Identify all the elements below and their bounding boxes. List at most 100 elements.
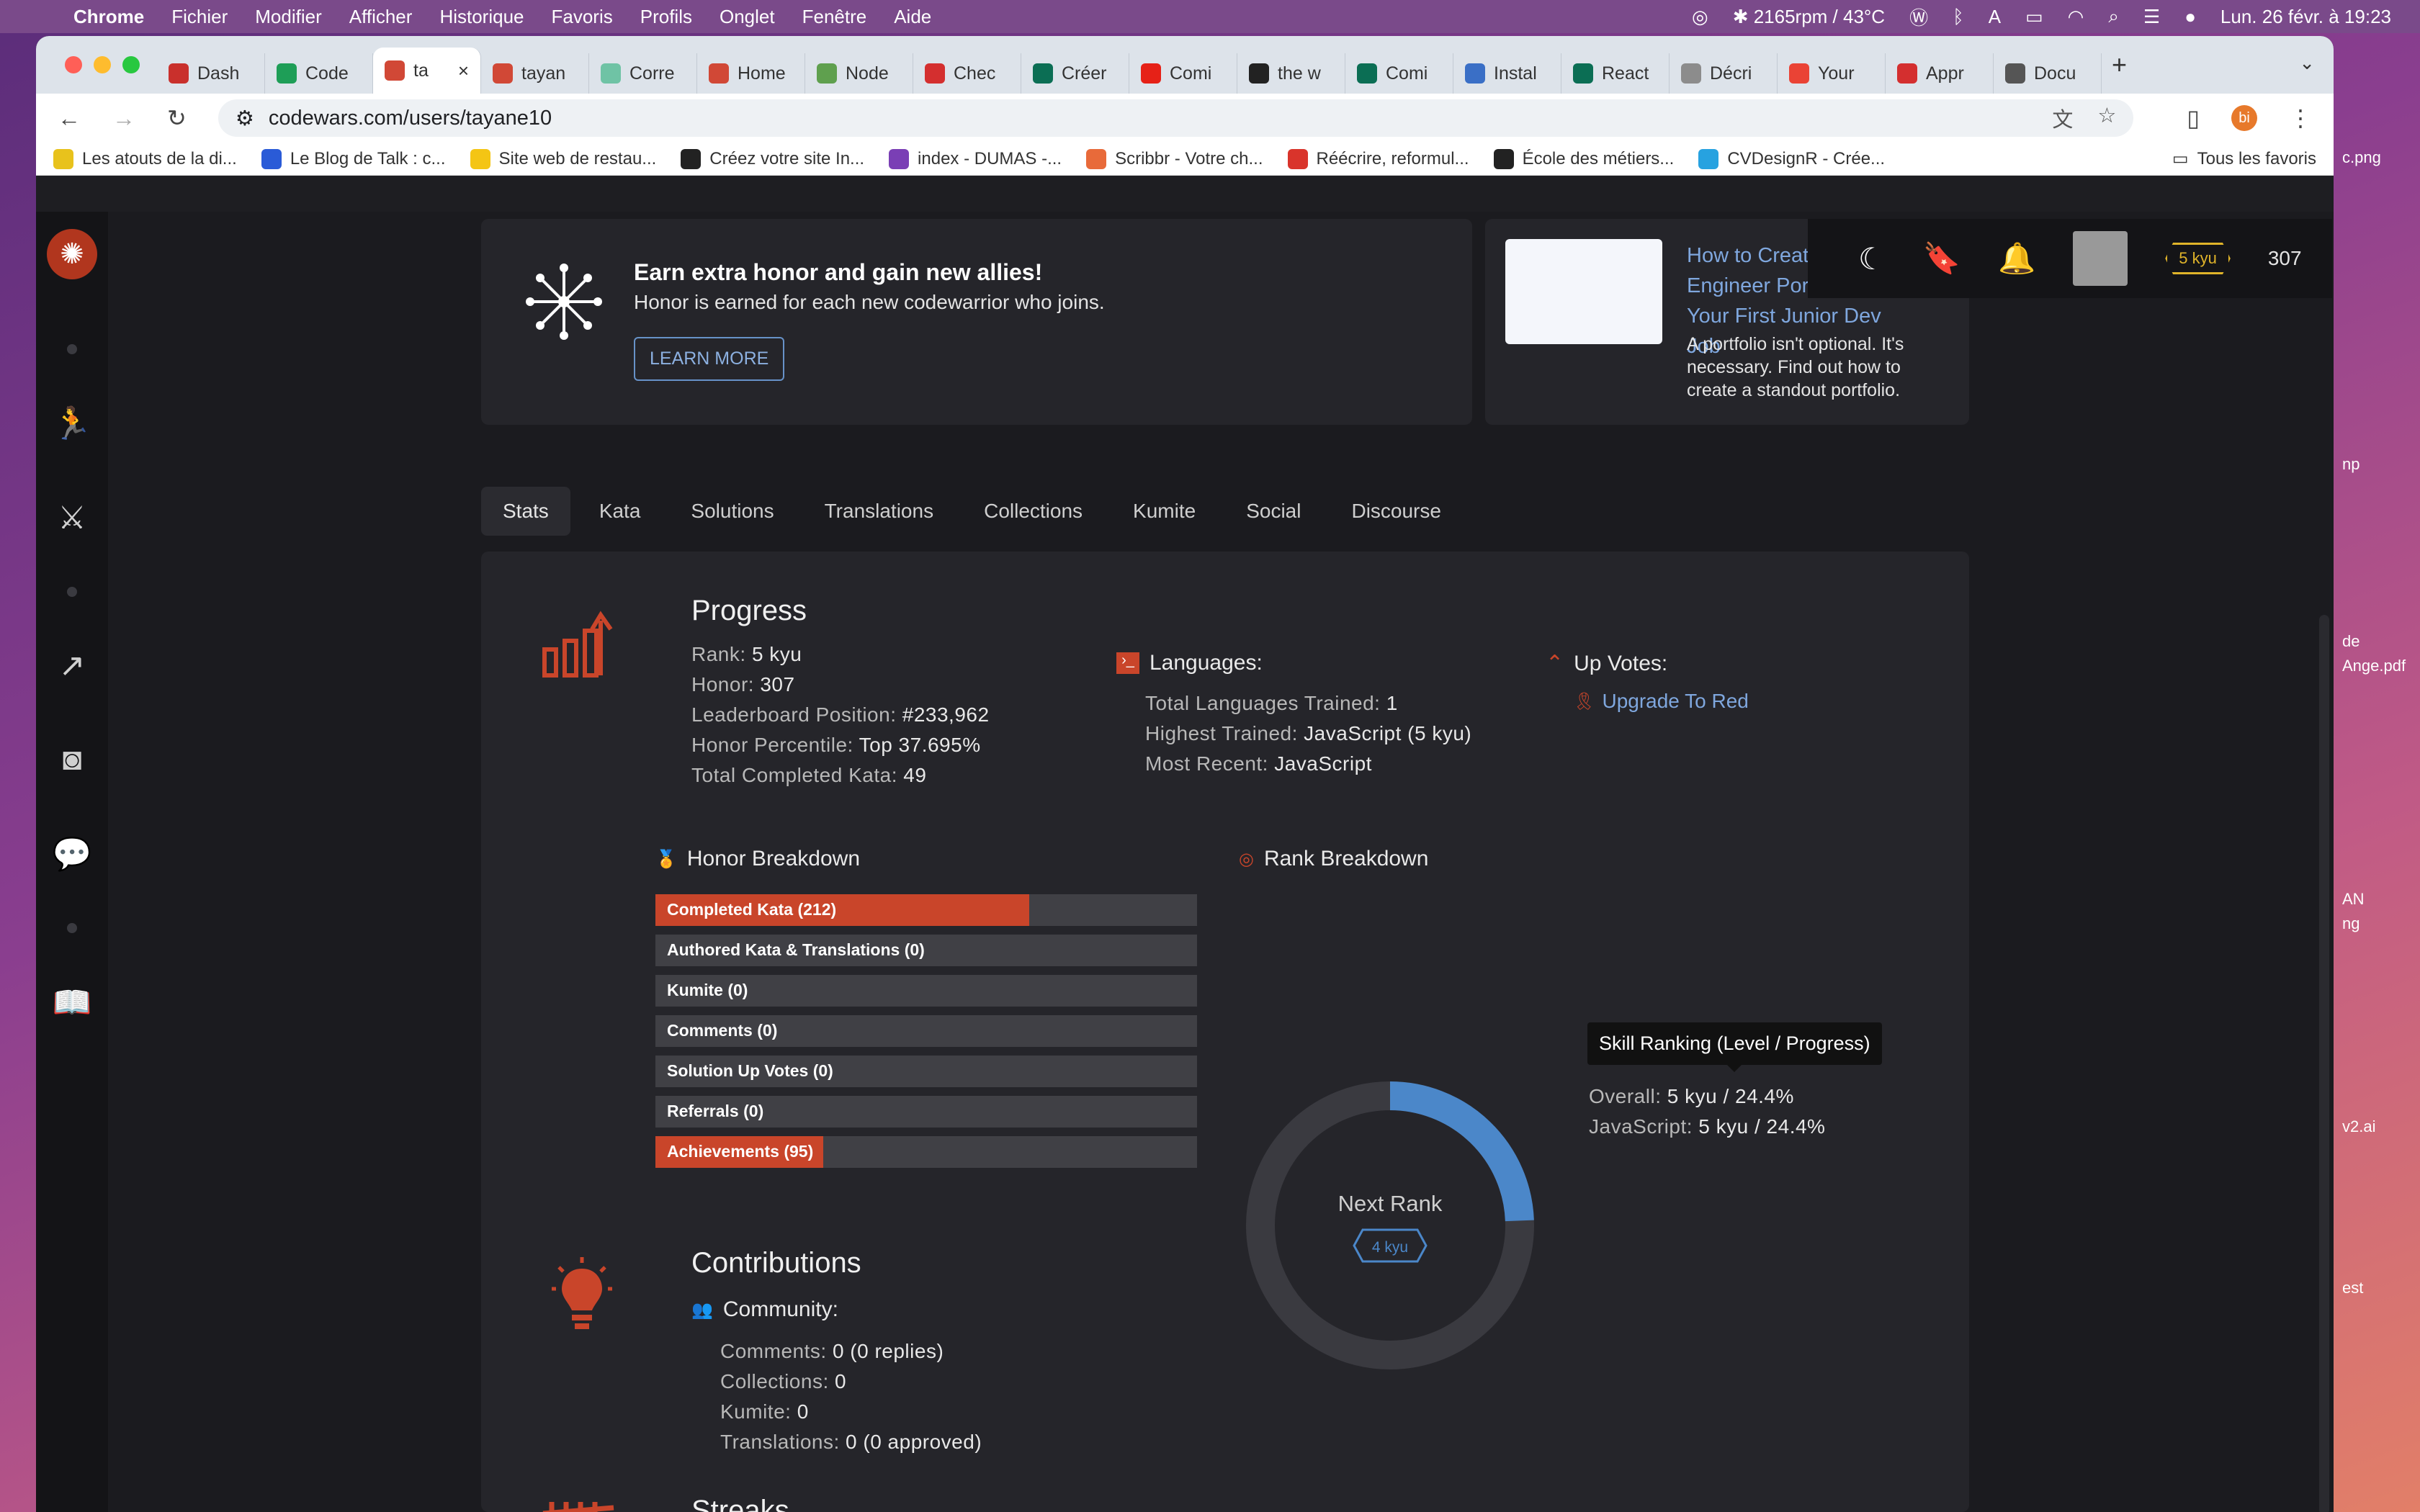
desktop-file-label[interactable]: de <box>2342 632 2360 651</box>
url-text[interactable]: codewars.com/users/tayane10 <box>269 107 552 130</box>
menu-afficher[interactable]: Afficher <box>349 6 413 28</box>
spotlight-search-icon[interactable]: ⌕ <box>2108 5 2119 28</box>
desktop-file-label[interactable]: v2.ai <box>2342 1117 2375 1136</box>
docs-book-icon[interactable]: 📖 <box>53 984 92 1021</box>
all-bookmarks-button[interactable]: ▭ Tous les favoris <box>2172 148 2316 169</box>
page-scrollbar[interactable] <box>2319 615 2329 1512</box>
side-panel-icon[interactable]: ▯ <box>2187 104 2200 132</box>
bluetooth-icon[interactable]: ᛒ <box>1953 6 1964 28</box>
browser-tab[interactable]: Corre <box>589 53 697 94</box>
browser-tab[interactable]: Décri <box>1670 53 1778 94</box>
chat-icon[interactable]: 💬 <box>53 835 92 873</box>
browser-tab[interactable]: Créer <box>1021 53 1129 94</box>
user-avatar[interactable] <box>2073 231 2128 286</box>
codewars-logo-icon[interactable]: ✺ <box>47 229 97 279</box>
menu-chrome[interactable]: Chrome <box>73 6 144 28</box>
fan-status[interactable]: ✱ 2165rpm / 43°C <box>1733 6 1885 28</box>
control-center-icon[interactable]: ☰ <box>2143 6 2160 28</box>
browser-tab[interactable]: Code <box>265 53 373 94</box>
site-info-icon[interactable]: ⚙ <box>236 106 254 131</box>
bookmark-item[interactable]: CVDesignR - Crée... <box>1698 148 1885 169</box>
learn-more-button[interactable]: LEARN MORE <box>634 337 785 381</box>
forward-arrow-icon[interactable]: → <box>112 105 135 132</box>
browser-tab[interactable]: the w <box>1237 53 1345 94</box>
browser-tab[interactable]: Docu <box>1994 53 2102 94</box>
new-tab-button[interactable]: + <box>2112 50 2127 80</box>
creative-cloud-icon[interactable]: ◎ <box>1692 6 1708 28</box>
profile-tab-discourse[interactable]: Discourse <box>1330 487 1462 536</box>
menu-onglet[interactable]: Onglet <box>720 6 775 28</box>
browser-tab[interactable]: Node <box>805 53 913 94</box>
profile-tab-social[interactable]: Social <box>1224 487 1322 536</box>
browser-tab[interactable]: React <box>1561 53 1670 94</box>
discord-icon[interactable]: ◙ <box>63 742 82 778</box>
browser-tab[interactable]: Instal <box>1453 53 1561 94</box>
battery-icon[interactable]: ▭ <box>2025 6 2043 28</box>
profile-tab-solutions[interactable]: Solutions <box>669 487 795 536</box>
menu-historique[interactable]: Historique <box>439 6 524 28</box>
browser-tab[interactable]: Chec <box>913 53 1021 94</box>
input-source-icon[interactable]: A <box>1989 6 2001 28</box>
menu-aide[interactable]: Aide <box>894 6 931 28</box>
upgrade-to-red-link[interactable]: Upgrade To Red <box>1602 690 1748 713</box>
browser-tab[interactable]: tayan <box>481 53 589 94</box>
minimize-window-button[interactable] <box>94 56 111 73</box>
menubar-clock[interactable]: Lun. 26 févr. à 19:23 <box>2220 6 2391 28</box>
browser-tab[interactable]: ta × <box>373 48 481 94</box>
menu-fichier[interactable]: Fichier <box>171 6 228 28</box>
translate-icon[interactable]: 文 <box>2052 103 2073 133</box>
bookmark-item[interactable]: index - DUMAS -... <box>889 148 1062 169</box>
bookmark-item[interactable]: Site web de restau... <box>470 148 656 169</box>
address-bar[interactable]: ⚙ codewars.com/users/tayane10 文 ☆ <box>218 99 2134 137</box>
portfolio-thumbnail[interactable] <box>1505 239 1662 344</box>
menu-favoris[interactable]: Favoris <box>552 6 613 28</box>
bookmarks-icon[interactable]: 🔖 <box>1923 241 1960 276</box>
browser-tab[interactable]: Comi <box>1129 53 1237 94</box>
training-icon[interactable]: 🏃 <box>53 405 92 442</box>
close-window-button[interactable] <box>65 56 82 73</box>
tab-search-chevron-icon[interactable]: ⌄ <box>2299 52 2315 74</box>
bookmark-item[interactable]: Réécrire, reformul... <box>1287 148 1469 169</box>
browser-tab[interactable]: Appr <box>1886 53 1994 94</box>
menu-modifier[interactable]: Modifier <box>255 6 321 28</box>
upgrade-link-row[interactable]: 🎗 Upgrade To Red <box>1573 690 1749 713</box>
desktop-file-label[interactable]: c.png <box>2342 148 2381 167</box>
menu-profils[interactable]: Profils <box>640 6 692 28</box>
stat-value: 1 <box>1386 692 1398 714</box>
profile-tab-stats[interactable]: Stats <box>481 487 570 536</box>
bookmark-item[interactable]: Les atouts de la di... <box>53 148 237 169</box>
menu-fenetre[interactable]: Fenêtre <box>802 6 867 28</box>
profile-tab-translations[interactable]: Translations <box>803 487 955 536</box>
reload-icon[interactable]: ↻ <box>167 104 187 132</box>
practice-icon[interactable]: ⚔ <box>58 500 86 536</box>
profile-tab-kumite[interactable]: Kumite <box>1111 487 1217 536</box>
desktop-file-label[interactable]: Ange.pdf <box>2342 657 2406 675</box>
wordpress-icon[interactable]: Ⓦ <box>1909 4 1928 30</box>
notifications-bell-icon[interactable]: 🔔 <box>1998 241 2035 276</box>
desktop-file-label[interactable]: ng <box>2342 914 2360 933</box>
desktop-file-label[interactable]: AN <box>2342 890 2365 909</box>
zoom-window-button[interactable] <box>122 56 140 73</box>
profile-tab-kata[interactable]: Kata <box>578 487 663 536</box>
bookmark-item[interactable]: École des métiers... <box>1493 148 1674 169</box>
browser-tab[interactable]: Home <box>697 53 805 94</box>
bookmark-star-icon[interactable]: ☆ <box>2097 103 2116 133</box>
desktop-file-label[interactable]: np <box>2342 455 2360 474</box>
profile-avatar[interactable]: bi <box>2231 105 2257 131</box>
profile-tab-collections[interactable]: Collections <box>962 487 1104 536</box>
leaderboards-icon[interactable]: ↗ <box>59 647 86 684</box>
siri-icon[interactable]: ● <box>2184 6 2196 28</box>
bookmark-item[interactable]: Scribbr - Votre ch... <box>1086 148 1263 169</box>
wifi-icon[interactable]: ◠ <box>2068 6 2084 28</box>
bookmark-item[interactable]: Le Blog de Talk : c... <box>261 148 446 169</box>
chrome-menu-icon[interactable]: ⋮ <box>2289 104 2312 132</box>
dark-mode-moon-icon[interactable]: ☾ <box>1858 241 1886 276</box>
browser-tab[interactable]: Your <box>1778 53 1886 94</box>
browser-tab[interactable]: Dash <box>157 53 265 94</box>
close-tab-icon[interactable]: × <box>458 60 469 82</box>
bookmark-item[interactable]: Créez votre site In... <box>681 148 864 169</box>
back-arrow-icon[interactable]: ← <box>58 105 81 132</box>
browser-tab[interactable]: Comi <box>1345 53 1453 94</box>
desktop-file-label[interactable]: est <box>2342 1279 2363 1297</box>
rank-badge[interactable]: 5 kyu <box>2165 243 2231 274</box>
